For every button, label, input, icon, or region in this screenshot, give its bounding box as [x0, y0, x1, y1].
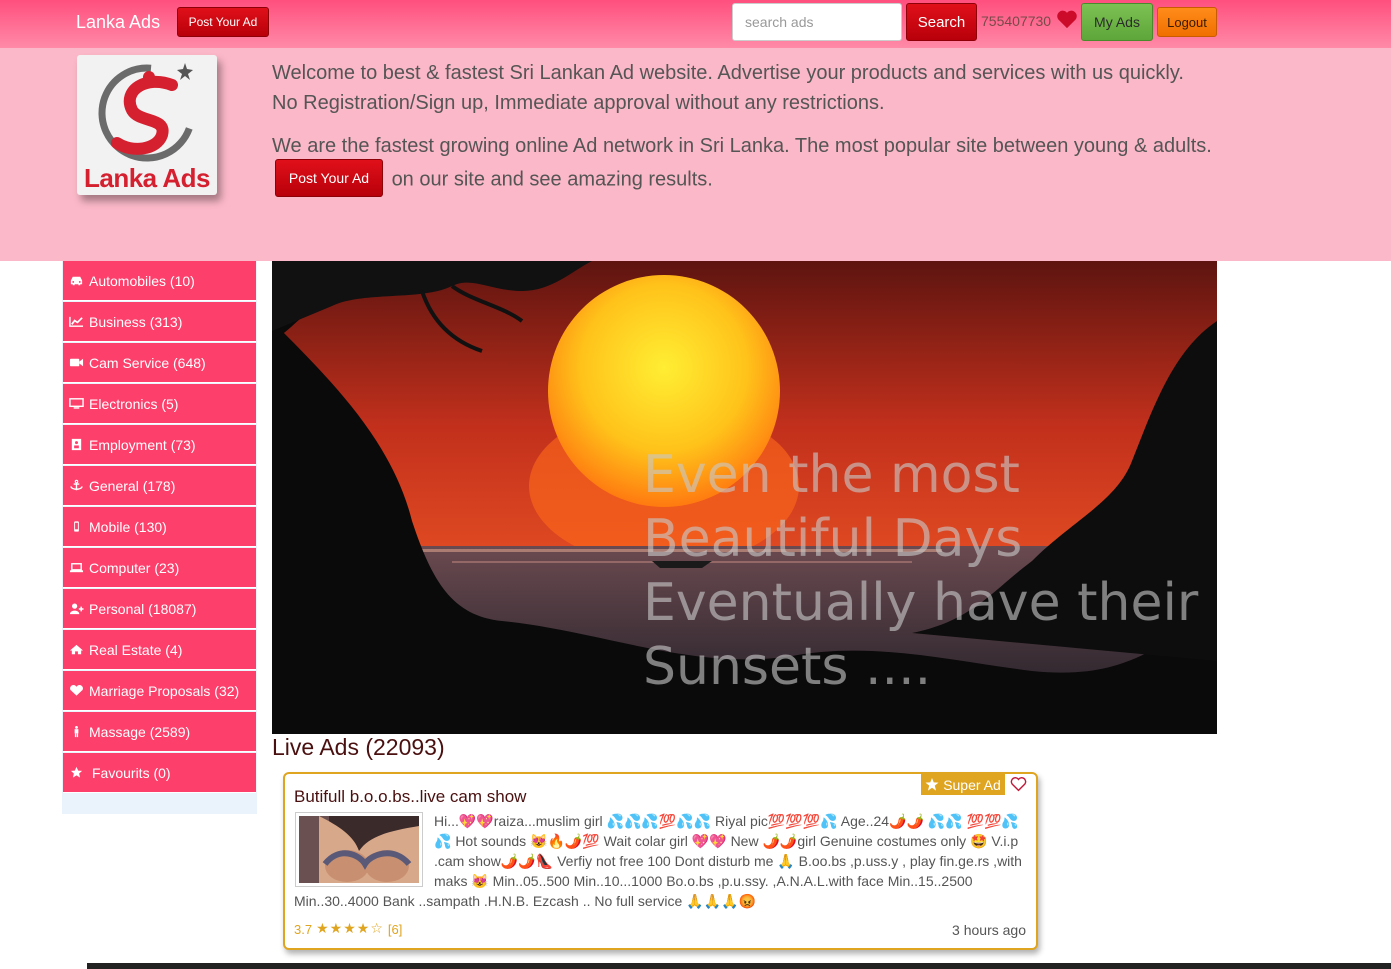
star-full-icon: ★ [329, 921, 344, 937]
phone-number: 755407730 [981, 13, 1052, 29]
super-ad-badge: Super Ad [921, 774, 1005, 795]
star-full-icon: ★ [343, 921, 357, 937]
sidebar-item-business[interactable]: Business (313) [63, 302, 256, 342]
sidebar-item-label: Cam Service (648) [89, 354, 206, 371]
sidebar-item-electronics[interactable]: Electronics (5) [63, 384, 256, 424]
sidebar-item-label: Computer (23) [89, 559, 180, 576]
super-ad-label: Super Ad [943, 776, 1001, 793]
monitor-icon [68, 397, 84, 411]
my-ads-button[interactable]: My Ads [1081, 3, 1153, 41]
star-full-icon: ★ [316, 921, 330, 937]
favourite-heart-icon[interactable] [1010, 776, 1027, 792]
welcome-text: Welcome to best & fastest Sri Lankan Ad … [272, 62, 1184, 114]
sidebar-item-label: Business (313) [89, 313, 183, 330]
logo-text: Lanka Ads [83, 163, 211, 193]
ad-title[interactable]: Butifull b.o.o.bs..live cam show [294, 787, 526, 807]
sidebar-item-label: Marriage Proposals (32) [89, 682, 240, 699]
growth-text-after: on our site and see amazing results. [391, 168, 713, 191]
rating-value: 3.7 [294, 921, 313, 937]
anchor-icon [68, 479, 84, 493]
sidebar-item-favourits[interactable]: Favourits (0) [63, 753, 256, 793]
logo-emblem-icon [98, 63, 196, 162]
sidebar-item-mobile[interactable]: Mobile (130) [63, 507, 256, 547]
rating-count[interactable]: [6] [388, 922, 402, 937]
person-icon [68, 725, 84, 739]
star-icon [925, 778, 939, 791]
home-icon [68, 643, 84, 657]
sidebar-item-computer[interactable]: Computer (23) [63, 548, 256, 588]
favourites-heart-icon[interactable] [1056, 9, 1078, 29]
star-empty-icon: ☆ [370, 921, 384, 937]
sidebar-item-label: General (178) [89, 477, 176, 494]
sidebar-item-automobiles[interactable]: Automobiles (10) [63, 261, 256, 301]
car-icon [68, 274, 84, 288]
logout-button[interactable]: Logout [1157, 7, 1217, 37]
sidebar-item-personal[interactable]: Personal (18087) [63, 589, 256, 629]
brand-link[interactable]: Lanka Ads [76, 12, 160, 33]
sidebar-item-label: Mobile (130) [89, 518, 167, 535]
star-icon [68, 766, 84, 780]
sidebar-item-label: Employment (73) [89, 436, 196, 453]
site-logo[interactable]: Lanka Ads [77, 55, 217, 195]
sidebar-item-label: Massage (2589) [89, 723, 191, 740]
sidebar-item-label: Electronics (5) [89, 395, 179, 412]
rating-stars: ★★★★☆ [316, 921, 384, 937]
growth-text-before: We are the fastest growing online Ad net… [272, 135, 1212, 157]
top-navbar: Lanka Ads Post Your Ad Search 755407730 … [0, 0, 1391, 48]
laptop-icon [68, 561, 84, 575]
user-plus-icon [68, 602, 84, 616]
banner-quote: Even the most Beautiful Days Eventually … [643, 445, 1199, 697]
header-post-ad-button[interactable]: Post Your Ad [275, 159, 383, 197]
ad-rating: 3.7 ★★★★☆ [6] [294, 921, 402, 937]
sidebar-item-cam-service[interactable]: Cam Service (648) [63, 343, 256, 383]
growth-text: We are the fastest growing online Ad net… [272, 131, 1212, 199]
sidebar-item-general[interactable]: General (178) [63, 466, 256, 506]
id-card-icon [68, 438, 84, 452]
post-ad-button[interactable]: Post Your Ad [177, 7, 269, 37]
hero-banner: Even the most Beautiful Days Eventually … [272, 261, 1217, 734]
ad-description: Hi...💖💖raiza...muslim girl 💦💦💦💯💦💦 Riyal … [294, 811, 1032, 911]
search-input[interactable] [732, 3, 902, 41]
sidebar-item-employment[interactable]: Employment (73) [63, 425, 256, 465]
chart-icon [68, 315, 84, 329]
search-button[interactable]: Search [906, 3, 977, 41]
sidebar-item-real-estate[interactable]: Real Estate (4) [63, 630, 256, 670]
ad-posted-time: 3 hours ago [952, 922, 1026, 938]
star-full-icon: ★ [356, 921, 371, 937]
live-ads-heading: Live Ads (22093) [272, 734, 445, 760]
sidebar-item-marriage-proposals[interactable]: Marriage Proposals (32) [63, 671, 256, 711]
sidebar-item-label: Automobiles (10) [89, 272, 195, 289]
sidebar-item-massage[interactable]: Massage (2589) [63, 712, 256, 752]
sidebar-item-label: Real Estate (4) [89, 641, 183, 658]
category-sidebar: Automobiles (10) Business (313) Cam Serv… [62, 261, 257, 814]
video-camera-icon [68, 356, 84, 370]
mobile-phone-icon [68, 520, 84, 534]
sidebar-item-label: Favourits (0) [92, 764, 171, 781]
heart-icon [68, 684, 84, 698]
sidebar-item-label: Personal (18087) [89, 600, 197, 617]
ad-card[interactable]: Super Ad Butifull b.o.o.bs..live cam sho… [283, 772, 1038, 950]
next-ad-card-edge [87, 963, 1391, 969]
